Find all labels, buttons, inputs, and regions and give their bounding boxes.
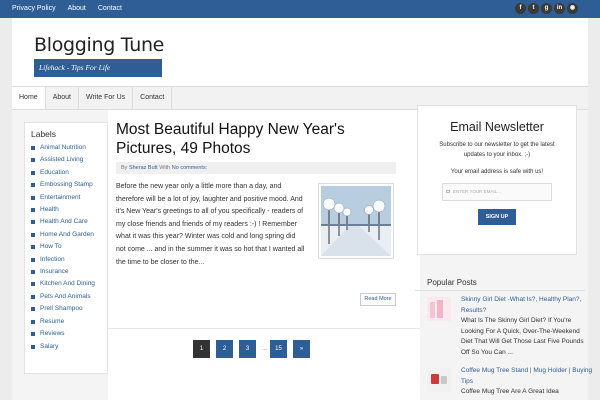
label-item[interactable]: Pets And Animals [31,291,107,303]
top-link-about[interactable]: About [68,0,86,18]
post-title[interactable]: Most Beautiful Happy New Year's Pictures… [116,120,406,158]
post-excerpt: Before the new year only a little more t… [116,183,305,266]
post-author[interactable]: Sheraz Butt [129,165,158,171]
label-item[interactable]: Animal Nutrition [31,142,107,154]
label-item[interactable]: Embossing Stamp [31,179,107,191]
pagination: 1 2 3 ... 15 » [193,340,316,358]
email-field[interactable]: ENTER YOUR EMAIL... [442,183,552,201]
newsletter-title: Email Newsletter [450,120,544,134]
top-link-privacy-policy[interactable]: Privacy Policy [12,0,56,18]
nav-item-home[interactable]: Home [12,87,46,109]
sign-up-button[interactable]: SIGN UP [478,209,516,225]
label-item[interactable]: Health [31,204,107,216]
site-tagline: Lifehack - Tips For Life [34,59,162,77]
twitter-icon[interactable]: t [528,3,539,14]
next-page-button[interactable]: » [293,340,311,358]
label-item[interactable]: Resume [31,316,107,328]
label-item[interactable]: Home And Garden [31,229,107,241]
post-thumbnail[interactable] [318,183,394,259]
popular-post-title[interactable]: Coffee Mug Tree Stand | Mug Holder | Buy… [461,366,593,387]
post-comments-link[interactable]: No comments: [172,165,207,171]
label-item[interactable]: Reviews [31,328,107,340]
newsletter-subtitle: Subscribe to our newsletter to get the l… [439,142,555,158]
meta-by: By [121,165,128,171]
label-item[interactable]: Infection [31,254,107,266]
post-meta: By Sheraz Butt With No comments: [116,162,396,174]
newsletter-widget: Email Newsletter Subscribe to our newsle… [417,105,577,255]
label-item[interactable]: Insurance [31,266,107,278]
label-item[interactable]: Entertainment [31,192,107,204]
page-3-button[interactable]: 3 [239,340,256,358]
labels-title: Labels [31,129,57,139]
facebook-icon[interactable]: f [515,3,526,14]
email-placeholder: ENTER YOUR EMAIL... [453,189,501,194]
popular-post-excerpt: Coffee Mug Tree Are A Great Idea [461,388,559,395]
popular-posts-divider [415,290,585,291]
labels-list: Animal Nutrition Assisted Living Educati… [31,142,107,353]
skinny-girl-image [427,297,451,321]
top-bar: Privacy Policy About Contact f t g in ◉ [0,0,600,18]
pagination-ellipsis: ... [262,346,268,352]
linkedin-icon[interactable]: in [554,3,565,14]
nav-item-contact[interactable]: Contact [133,87,173,109]
label-item[interactable]: Education [31,167,107,179]
site-title[interactable]: Blogging Tune [34,34,164,56]
popular-post-text: Skinny Girl Diet -What Is?, Healthy Plan… [461,295,593,358]
label-item[interactable]: Assisted Living [31,154,107,166]
meta-with: With [159,165,171,171]
envelope-icon [446,190,450,193]
popular-posts-title: Popular Posts [427,278,477,287]
page-2-button[interactable]: 2 [216,340,233,358]
social-icons: f t g in ◉ [513,3,578,14]
popular-post-excerpt: What Is The Skinny Girl Diet? If You're … [461,317,584,356]
rss-icon[interactable]: ◉ [567,3,578,14]
top-nav: Privacy Policy About Contact [12,0,134,18]
newsletter-safe-note: Your email address is safe with us! [450,169,544,175]
popular-post-thumbnail[interactable] [427,297,451,321]
main-column: Most Beautiful Happy New Year's Pictures… [108,110,420,400]
label-item[interactable]: Kitchen And Dining [31,278,107,290]
label-item[interactable]: How To [31,241,107,253]
popular-post-text: Coffee Mug Tree Stand | Mug Holder | Buy… [461,366,593,398]
labels-widget: Labels Animal Nutrition Assisted Living … [24,122,108,374]
post-divider [108,328,420,329]
popular-post-title[interactable]: Skinny Girl Diet -What Is?, Healthy Plan… [461,295,593,316]
top-link-contact[interactable]: Contact [98,0,122,18]
page-15-button[interactable]: 15 [270,340,288,358]
nav-item-about[interactable]: About [46,87,79,109]
mug-holder-image [427,368,451,392]
winter-photo-image [321,186,391,256]
site-header: Blogging Tune Lifehack - Tips For Life [12,18,588,86]
page-1-button[interactable]: 1 [193,340,210,358]
read-more-button[interactable]: Read More [360,293,396,306]
label-item[interactable]: Salary [31,341,107,353]
label-item[interactable]: Health And Care [31,216,107,228]
google-plus-icon[interactable]: g [541,3,552,14]
nav-item-write-for-us[interactable]: Write For Us [79,87,134,109]
label-item[interactable]: Prell Shampoo [31,303,107,315]
popular-post-thumbnail[interactable] [427,368,451,392]
